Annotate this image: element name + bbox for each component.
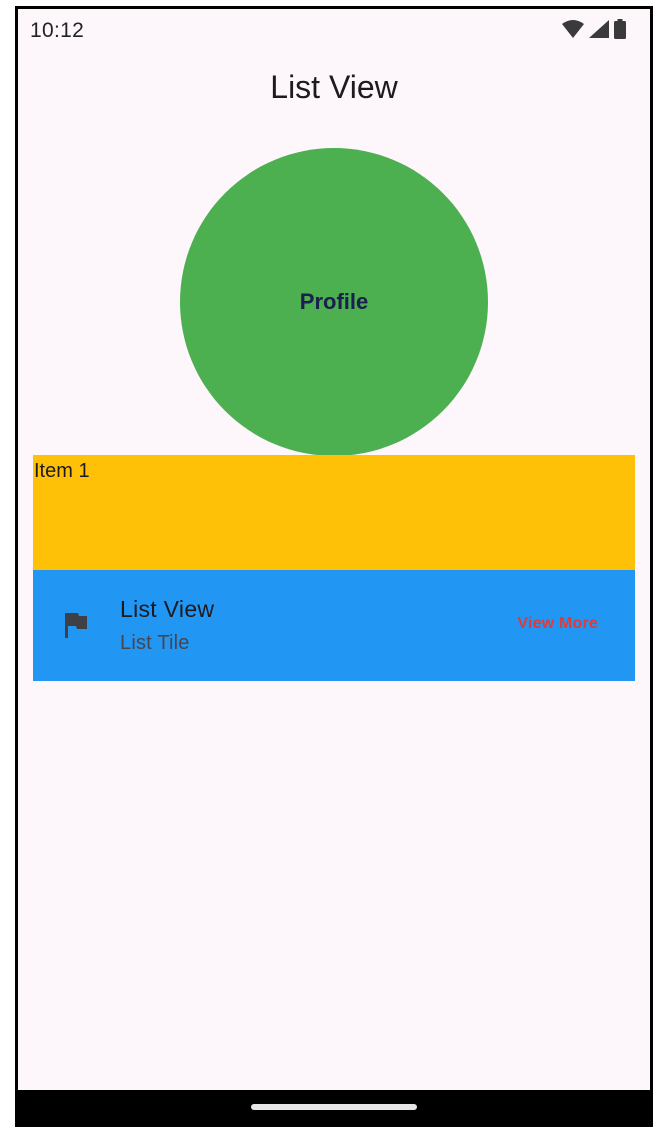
wifi-icon: [562, 20, 584, 38]
list-tile-title: List View: [120, 596, 215, 622]
status-bar: 10:12: [18, 9, 650, 53]
home-indicator[interactable]: [251, 1104, 417, 1110]
cellular-signal-icon: [589, 20, 609, 38]
page-title: List View: [270, 69, 398, 105]
navigation-bar: [18, 1090, 650, 1124]
list-item[interactable]: Item 1: [33, 455, 635, 570]
profile-avatar[interactable]: Profile: [180, 148, 488, 456]
view-more-button[interactable]: View More: [517, 615, 598, 633]
status-icons: [562, 19, 626, 39]
list-tile-subtitle: List Tile: [120, 632, 190, 654]
battery-icon: [614, 19, 626, 39]
phone-screen: 10:12 List View Profile Item 1 List View…: [15, 6, 653, 1127]
list-item-label: Item 1: [34, 460, 90, 482]
profile-label: Profile: [299, 289, 369, 314]
list-tile[interactable]: List View List Tile View More: [33, 570, 635, 681]
flag-icon: [65, 613, 87, 638]
status-time: 10:12: [30, 19, 85, 42]
